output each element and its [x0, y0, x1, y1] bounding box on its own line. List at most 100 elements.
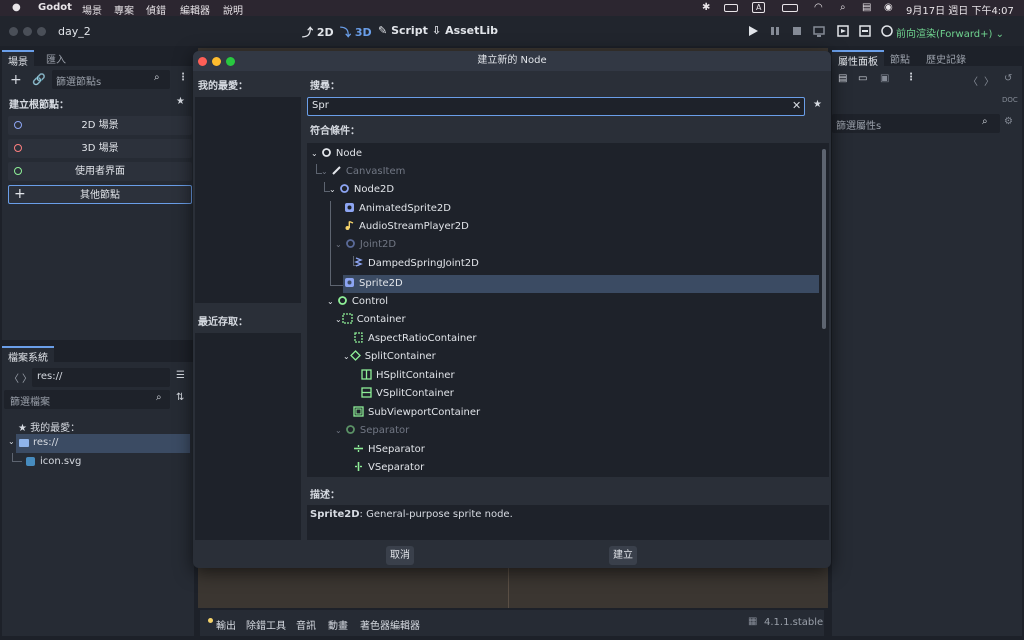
search-input[interactable]: Spr ✕: [307, 97, 805, 116]
create-button[interactable]: 建立: [609, 546, 637, 565]
split-view-icon[interactable]: ☰: [176, 370, 185, 381]
forward-icon[interactable]: 〉: [22, 370, 32, 385]
tree-row-aspectratiocontainer[interactable]: AspectRatioContainer: [353, 330, 477, 348]
menu-help[interactable]: 說明: [223, 2, 243, 17]
tab-node[interactable]: 節點: [884, 50, 916, 66]
input-source-badge[interactable]: A: [752, 2, 766, 13]
window-zoom-button[interactable]: [37, 27, 46, 36]
history-forward-icon[interactable]: 〉: [984, 73, 994, 88]
wifi-icon[interactable]: ◠: [814, 2, 823, 13]
tree-row-joint2d[interactable]: ⌄ Joint2D: [335, 236, 396, 254]
stop-button[interactable]: [790, 24, 804, 38]
property-options-icon[interactable]: ⚙: [1004, 116, 1013, 127]
save-icon[interactable]: ▣: [880, 73, 889, 84]
workspace-script-button[interactable]: ✎ Script: [378, 24, 428, 37]
tree-row-node2d[interactable]: ⌄ Node2D: [329, 181, 394, 199]
more-options-icon[interactable]: ⋮: [178, 72, 188, 83]
root-other-node-button[interactable]: + 其他節點: [8, 185, 192, 204]
renderer-dropdown[interactable]: 前向渲染(Forward+) ⌄: [896, 25, 1004, 40]
tree-item-res[interactable]: ⌄ res://: [8, 434, 190, 453]
sort-icon[interactable]: ⇅: [176, 392, 184, 403]
dialog-minimize-button[interactable]: [212, 57, 221, 66]
favorite-star-icon[interactable]: ★: [176, 96, 185, 107]
tab-audio[interactable]: 音訊: [296, 617, 316, 632]
path-input[interactable]: res://: [32, 368, 170, 387]
link-icon[interactable]: 🔗: [32, 73, 46, 86]
play-scene-button[interactable]: [836, 24, 850, 38]
remote-debug-button[interactable]: [812, 24, 826, 38]
add-node-icon[interactable]: +: [10, 72, 22, 88]
tab-debugger[interactable]: 除錯工具: [246, 617, 286, 632]
workspace-3d-button[interactable]: ⤵ 3D: [340, 24, 372, 40]
tree-row-hsplitcontainer[interactable]: HSplitContainer: [361, 367, 455, 385]
tree-row-dampedspringjoint2d[interactable]: DampedSpringJoint2D: [353, 255, 479, 273]
bluetooth-icon[interactable]: ✱: [702, 2, 710, 13]
keyboard-icon[interactable]: [724, 4, 738, 12]
menu-debug[interactable]: 偵錯: [146, 2, 166, 17]
workspace-assetlib-button[interactable]: ⇩ AssetLib: [432, 24, 498, 37]
tab-history[interactable]: 歷史記錄: [920, 50, 972, 66]
play-button[interactable]: [746, 24, 760, 38]
clear-search-icon[interactable]: ✕: [792, 99, 801, 112]
dialog-close-button[interactable]: [198, 57, 207, 66]
siri-icon[interactable]: ◉: [884, 2, 893, 13]
tree-item-icon-svg[interactable]: icon.svg: [24, 453, 184, 471]
tree-scrollbar[interactable]: [822, 149, 826, 329]
tab-output[interactable]: 輸出: [216, 617, 236, 632]
new-resource-icon[interactable]: ▤: [838, 73, 847, 84]
history-back-icon[interactable]: 〈: [968, 73, 978, 88]
root-2d-scene-button[interactable]: 2D 場景: [8, 116, 192, 135]
apple-icon[interactable]: ●: [12, 2, 21, 13]
favorites-list[interactable]: [195, 97, 301, 303]
tab-inspector[interactable]: 屬性面板: [832, 50, 884, 68]
tree-row-canvasitem[interactable]: ⌄ CanvasItem: [321, 163, 405, 181]
back-icon[interactable]: 〈: [9, 370, 19, 385]
matches-tree[interactable]: ⌄ Node ⌄ CanvasItem ⌄ Node2D AnimatedSpr…: [307, 143, 829, 477]
tree-row-vsplitcontainer[interactable]: VSplitContainer: [361, 385, 454, 403]
tree-row-vseparator[interactable]: VSeparator: [353, 459, 424, 477]
tab-animation[interactable]: 動畫: [328, 617, 348, 632]
tab-shader-editor[interactable]: 著色器編輯器: [360, 617, 420, 632]
window-close-button[interactable]: [9, 27, 18, 36]
battery-icon[interactable]: [782, 4, 798, 12]
cancel-button[interactable]: 取消: [386, 546, 414, 565]
dialog-zoom-button[interactable]: [226, 57, 235, 66]
history-icon[interactable]: ↺: [1004, 73, 1012, 84]
play-custom-scene-button[interactable]: [858, 24, 872, 38]
menu-project[interactable]: 專案: [114, 2, 134, 17]
favorites-header[interactable]: ★ 我的最愛：: [18, 419, 80, 434]
tree-row-subviewportcontainer[interactable]: SubViewportContainer: [353, 404, 480, 422]
pause-button[interactable]: [768, 24, 782, 38]
menu-editor[interactable]: 編輯器: [180, 2, 210, 17]
tree-row-node[interactable]: ⌄ Node: [311, 145, 362, 163]
control-center-icon[interactable]: ▤: [862, 2, 871, 13]
window-minimize-button[interactable]: [23, 27, 32, 36]
workspace-2d-button[interactable]: ⤴ 2D: [302, 24, 334, 40]
tree-row-control[interactable]: ⌄ Control: [327, 293, 388, 311]
tree-row-audiostreamplayer2d[interactable]: AudioStreamPlayer2D: [344, 218, 469, 236]
menu-scene[interactable]: 場景: [82, 2, 102, 17]
property-filter-input[interactable]: 篩選屬性s ⌕: [832, 114, 1000, 133]
tree-row-sprite2d[interactable]: Sprite2D: [343, 275, 819, 293]
root-3d-scene-button[interactable]: 3D 場景: [8, 139, 192, 158]
doc-icon[interactable]: DOC: [1002, 96, 1018, 104]
more-options-icon[interactable]: ⋮: [906, 72, 916, 83]
recent-list[interactable]: [195, 333, 301, 540]
root-ui-button[interactable]: 使用者界面: [8, 162, 192, 181]
favorite-toggle-icon[interactable]: ★: [813, 99, 822, 110]
tab-scene[interactable]: 場景: [2, 50, 34, 68]
menubar-clock[interactable]: 9月17日 週日 下午4:07: [906, 2, 1014, 17]
tree-row-hseparator[interactable]: HSeparator: [353, 441, 425, 459]
open-folder-icon[interactable]: ▭: [858, 73, 867, 84]
spotlight-search-icon[interactable]: ⌕: [840, 2, 846, 13]
tree-row-separator[interactable]: ⌄ Separator: [335, 422, 409, 440]
tree-row-splitcontainer[interactable]: ⌄ SplitContainer: [343, 348, 436, 366]
tree-row-animatedsprite2d[interactable]: AnimatedSprite2D: [344, 200, 451, 218]
menubar-app-name[interactable]: Godot: [38, 2, 72, 13]
tab-filesystem[interactable]: 檔案系統: [2, 346, 54, 364]
movie-maker-button[interactable]: [880, 24, 894, 38]
tab-import[interactable]: 匯入: [40, 50, 72, 66]
tree-row-container[interactable]: ⌄ Container: [335, 311, 406, 329]
file-filter-input[interactable]: 篩選檔案 ⌕: [4, 390, 170, 409]
scene-filter-input[interactable]: 篩選節點s ⌕: [52, 70, 170, 89]
